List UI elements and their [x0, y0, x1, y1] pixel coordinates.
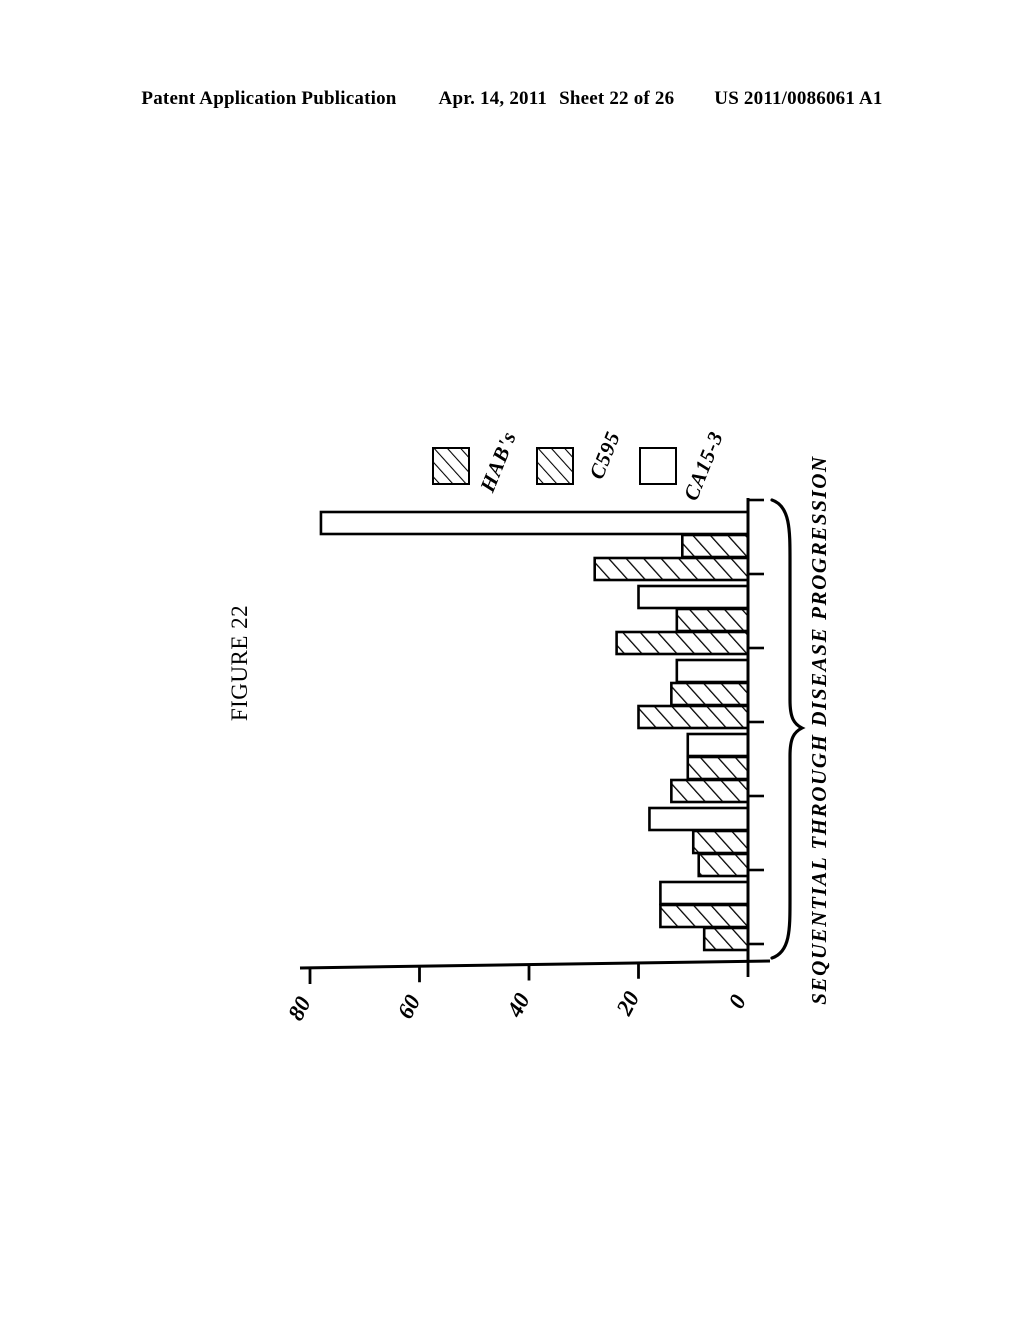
bar-ca15-3-group-5 — [637, 584, 750, 610]
bar-hab-s-group-5 — [615, 630, 750, 656]
value-tick-label: 20 — [611, 987, 645, 1020]
bar-c595-group-3 — [686, 755, 750, 781]
bar-hab-s-group-1 — [702, 926, 750, 952]
bar-hab-s-group-4 — [637, 704, 750, 730]
bar-c595-group-4 — [670, 681, 750, 707]
bar-c595-group-5 — [675, 607, 750, 633]
bar-hab-s-group-2 — [697, 852, 750, 878]
bar-ca15-3-group-4 — [675, 658, 750, 684]
bars-group — [319, 510, 750, 952]
bar-hab-s-group-6 — [593, 556, 750, 582]
value-tick-label: 80 — [283, 992, 316, 1024]
value-axis-tick-labels: 80 60 40 20 0 — [283, 987, 751, 1025]
value-axis-line — [299, 959, 771, 970]
bar-ca15-3-group-1 — [659, 880, 750, 906]
value-tick-label: 0 — [724, 990, 752, 1012]
bar-c595-group-1 — [659, 903, 750, 929]
category-axis-brace — [770, 498, 806, 960]
bar-chart: 80 60 40 20 0 SEQUENTIAL THROUGH DISEASE PRO… — [283, 455, 831, 1025]
bar-c595-group-6 — [680, 533, 750, 559]
category-axis-ticks — [748, 498, 764, 946]
bar-ca15-3-group-3 — [686, 732, 750, 758]
bar-ca15-3-group-2 — [648, 806, 750, 832]
bar-hab-s-group-3 — [670, 778, 750, 804]
bar-ca15-3-group-6 — [319, 510, 750, 536]
value-tick-label: 60 — [392, 990, 425, 1022]
category-axis-title: SEQUENTIAL THROUGH DISEASE PROGRESSION — [807, 455, 831, 1005]
bar-c595-group-2 — [691, 829, 750, 855]
chart-area: 80 60 40 20 0 SEQUENTIAL THROUGH DISEASE PRO… — [0, 0, 1024, 1320]
value-tick-label: 40 — [501, 989, 535, 1022]
